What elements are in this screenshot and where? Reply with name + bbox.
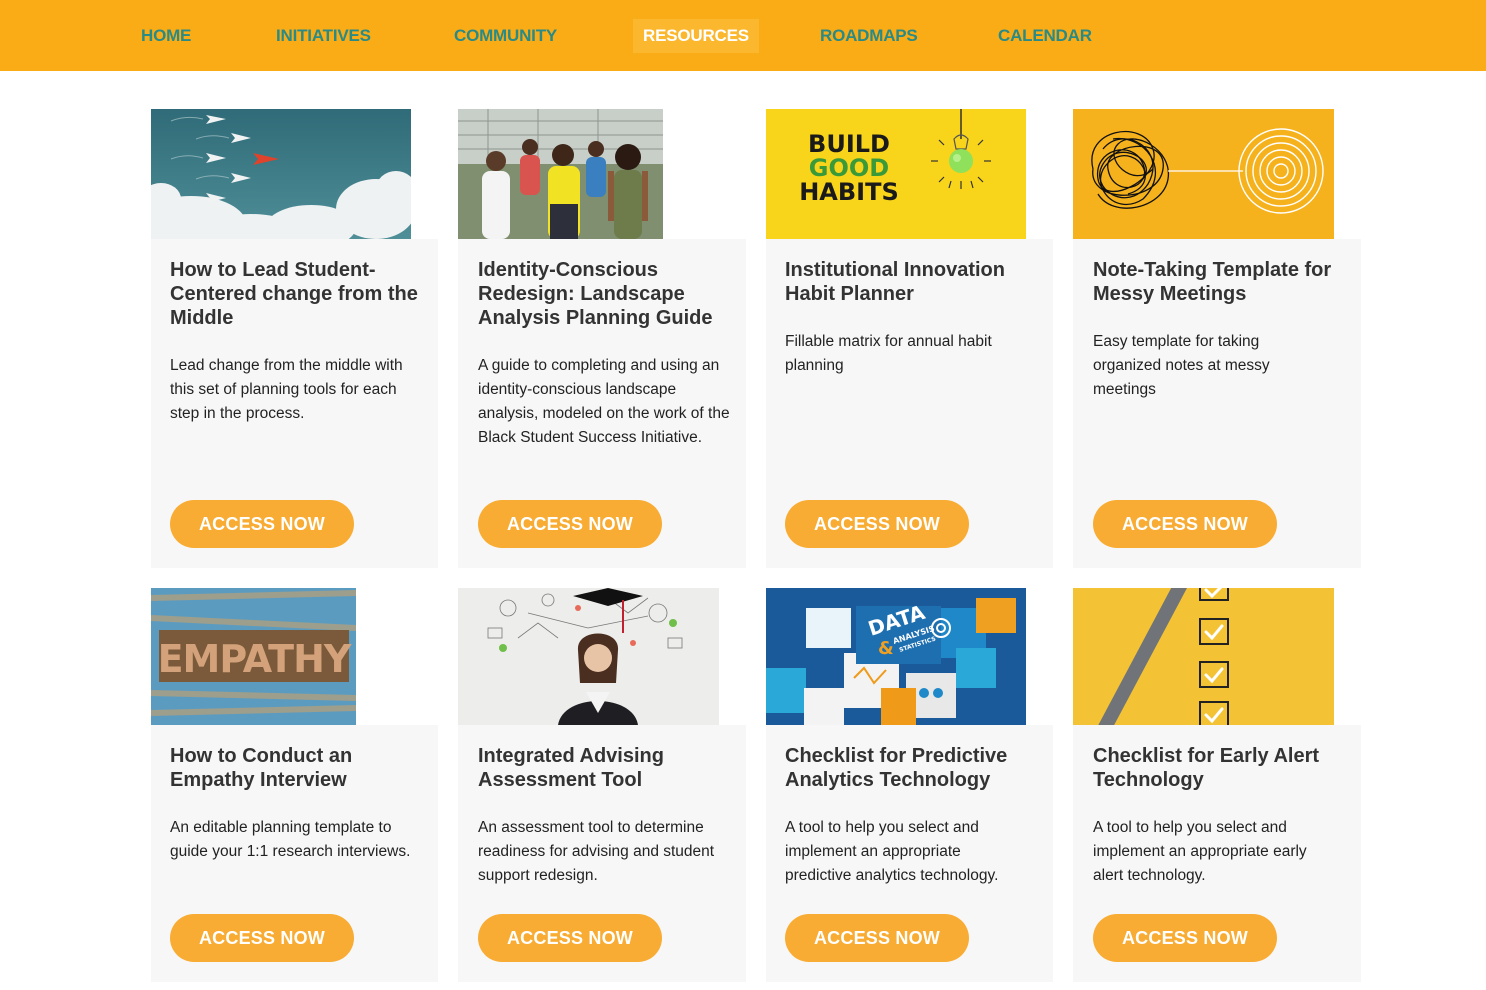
build-good-habits-image[interactable]: BUILD GOOD HABITS <box>766 109 1026 239</box>
nav-initiatives[interactable]: INITIATIVES <box>276 19 371 53</box>
access-now-button[interactable]: ACCESS NOW <box>478 914 662 962</box>
resource-description: A tool to help you select and implement … <box>1093 819 1307 884</box>
nav-community[interactable]: COMMUNITY <box>454 19 557 53</box>
resource-title[interactable]: Identity-Conscious Redesign: Landscape A… <box>478 258 728 330</box>
pencil-checklist-image[interactable] <box>1073 588 1334 725</box>
image-text-ampersand: & <box>878 638 894 659</box>
thinking-graduate-image[interactable] <box>458 588 719 725</box>
access-now-button[interactable]: ACCESS NOW <box>170 500 354 548</box>
nav-resources[interactable]: RESOURCES <box>633 19 759 53</box>
access-now-button[interactable]: ACCESS NOW <box>785 914 969 962</box>
paper-airplanes-image[interactable] <box>151 109 411 239</box>
resource-description: A tool to help you select and implement … <box>785 819 999 884</box>
resource-description: Easy template for taking organized notes… <box>1093 333 1270 398</box>
nav-home[interactable]: HOME <box>141 19 191 53</box>
image-text-habits: HABITS <box>799 178 899 206</box>
resource-description: Fillable matrix for annual habit plannin… <box>785 333 992 374</box>
resource-title[interactable]: Integrated Advising Assessment Tool <box>478 744 728 792</box>
nav-roadmaps[interactable]: ROADMAPS <box>820 19 918 53</box>
resource-title[interactable]: Note-Taking Template for Messy Meetings <box>1093 258 1348 306</box>
tangled-to-spiral-image[interactable] <box>1073 109 1334 239</box>
image-text-empathy: EMPATHY <box>158 637 352 681</box>
nav-calendar[interactable]: CALENDAR <box>998 19 1092 53</box>
access-now-button[interactable]: ACCESS NOW <box>1093 500 1277 548</box>
access-now-button[interactable]: ACCESS NOW <box>478 500 662 548</box>
resource-description: An editable planning template to guide y… <box>170 819 411 860</box>
resource-title[interactable]: Checklist for Early Alert Technology <box>1093 744 1343 792</box>
resource-title[interactable]: How to Conduct an Empathy Interview <box>170 744 420 792</box>
resource-title[interactable]: Institutional Innovation Habit Planner <box>785 258 1035 306</box>
access-now-button[interactable]: ACCESS NOW <box>785 500 969 548</box>
top-navigation-bar: HOME INITIATIVES COMMUNITY RESOURCES ROA… <box>0 0 1486 71</box>
resource-description: Lead change from the middle with this se… <box>170 357 403 422</box>
resource-title[interactable]: Checklist for Predictive Analytics Techn… <box>785 744 1035 792</box>
data-analysis-cubes-image[interactable]: DATA ANALYSIS STATISTICS & <box>766 588 1026 725</box>
resource-description: An assessment tool to determine readines… <box>478 819 715 884</box>
resource-title[interactable]: How to Lead Student-Centered change from… <box>170 258 420 330</box>
access-now-button[interactable]: ACCESS NOW <box>1093 914 1277 962</box>
access-now-button[interactable]: ACCESS NOW <box>170 914 354 962</box>
students-walking-image[interactable] <box>458 109 663 239</box>
resource-description: A guide to completing and using an ident… <box>478 357 730 446</box>
empathy-letterpress-image[interactable]: EMPATHY <box>151 588 356 725</box>
